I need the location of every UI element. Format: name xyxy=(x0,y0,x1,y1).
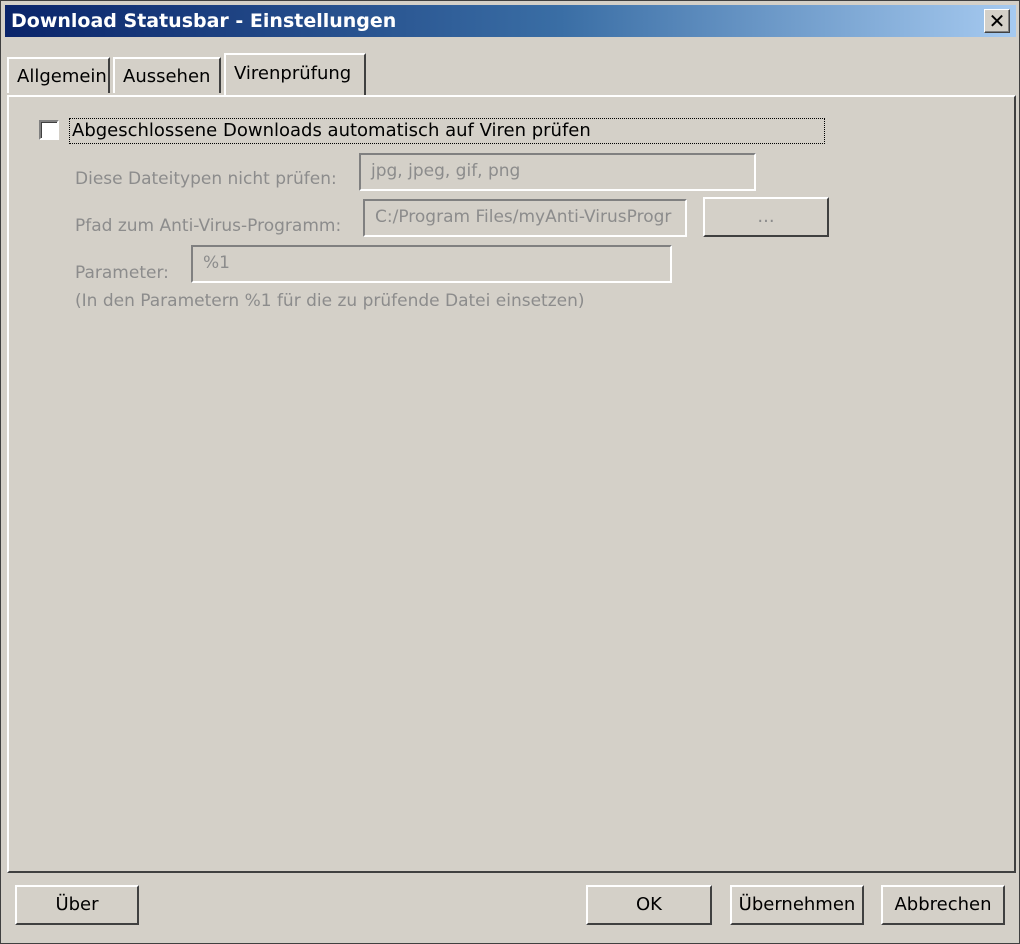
cancel-button[interactable]: Abbrechen xyxy=(881,885,1005,925)
tab-aussehen[interactable]: Aussehen xyxy=(113,57,221,93)
tab-panel-virenpruefung: Abgeschlossene Downloads automatisch auf… xyxy=(7,95,1016,873)
browse-button[interactable]: ... xyxy=(703,197,829,237)
apply-button[interactable]: Übernehmen xyxy=(730,885,864,925)
parameter-field[interactable]: %1 xyxy=(191,245,672,283)
settings-dialog: Download Statusbar - Einstellungen ✕ All… xyxy=(0,0,1020,944)
about-button[interactable]: Über xyxy=(15,885,139,925)
ok-button[interactable]: OK xyxy=(586,885,712,925)
close-button[interactable]: ✕ xyxy=(984,9,1010,33)
auto-scan-checkbox[interactable] xyxy=(39,120,59,140)
parameter-hint: (In den Parametern %1 für die zu prüfend… xyxy=(75,291,585,311)
window-title: Download Statusbar - Einstellungen xyxy=(11,10,397,32)
av-path-field[interactable]: C:/Program Files/myAnti-VirusProgr xyxy=(363,199,687,237)
tab-virenpruefung[interactable]: Virenprüfung xyxy=(224,53,366,95)
close-icon: ✕ xyxy=(988,9,1006,33)
tab-allgemein[interactable]: Allgemein xyxy=(7,57,110,93)
exclude-types-field[interactable]: jpg, jpeg, gif, png xyxy=(359,153,756,191)
title-bar[interactable]: Download Statusbar - Einstellungen ✕ xyxy=(5,5,1016,37)
av-path-label: Pfad zum Anti-Virus-Programm: xyxy=(75,216,342,236)
auto-scan-label[interactable]: Abgeschlossene Downloads automatisch auf… xyxy=(69,118,825,144)
exclude-types-label: Diese Dateitypen nicht prüfen: xyxy=(75,169,337,189)
parameter-label: Parameter: xyxy=(75,263,169,283)
